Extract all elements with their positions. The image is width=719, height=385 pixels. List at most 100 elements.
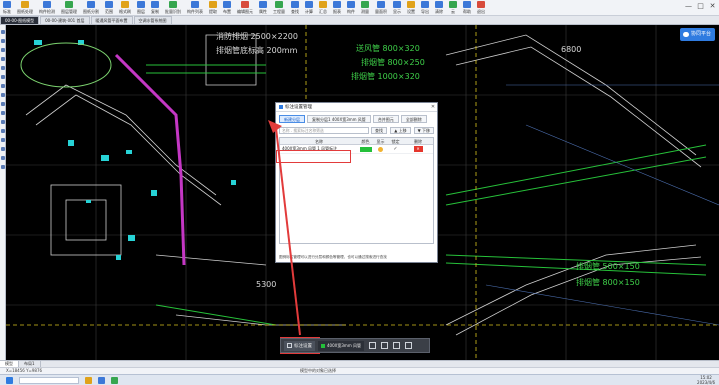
cad-label-9: 5300 [256, 280, 277, 289]
cad-label-3: 送风管 800×320 [356, 44, 420, 53]
merge-button[interactable]: 合并图元 [372, 115, 399, 123]
ribbon-button-14[interactable]: 属性 [256, 0, 270, 16]
text-tool-icon[interactable] [1, 84, 5, 88]
ribbon-button-7[interactable]: 图层 [134, 0, 148, 16]
start-menu-icon[interactable] [6, 376, 13, 384]
new-layer-button[interactable]: 新建分层 [279, 115, 305, 123]
tab-doc-2[interactable]: 00-00-建筑-001 首层 [40, 16, 90, 24]
color-swatch[interactable] [359, 146, 372, 152]
ribbon-button-18[interactable]: 汇总 [316, 0, 330, 16]
circle-tool-icon[interactable] [1, 75, 5, 79]
delete-all-button[interactable]: 全部删除 [400, 115, 427, 123]
ribbon-tool-icon [65, 1, 73, 8]
ribbon-button-23[interactable]: 显示 [390, 0, 404, 16]
ribbon-button-16[interactable]: 查找 [288, 0, 302, 16]
layer-tool-icon[interactable] [1, 102, 5, 106]
row-show-cell[interactable] [373, 146, 388, 152]
ribbon-button-29[interactable]: 退出 [474, 0, 488, 16]
file-explorer-icon[interactable] [85, 376, 92, 384]
zoom-tool-icon[interactable] [1, 48, 5, 52]
annotation-settings-button[interactable]: 标注设置 [284, 340, 315, 351]
extend-tool-icon[interactable] [1, 156, 5, 160]
ribbon-button-19[interactable]: 报表 [330, 0, 344, 16]
measure-tool-icon[interactable] [1, 93, 5, 97]
ribbon-tool-icon [463, 1, 471, 8]
ribbon-button-label: 属性 [259, 9, 267, 14]
current-layer-label: 400X宽3mm 风管 [327, 342, 361, 348]
taskbar-clock[interactable]: 15:02 2023/4/6 [697, 375, 715, 385]
browser-icon[interactable] [98, 376, 105, 384]
dialog-title-bar[interactable]: 标注设置管理 ✕ [276, 103, 437, 112]
cloud-collab-button[interactable]: 协同平台 [679, 28, 715, 41]
array-tool-icon[interactable] [1, 165, 5, 169]
ribbon-tool-icon [259, 1, 267, 8]
tab-doc-4[interactable]: 空调水管系统图 [133, 16, 172, 24]
ribbon-button-26[interactable]: 清除 [432, 0, 446, 16]
row-delete-cell[interactable]: ✕ [403, 146, 433, 152]
ribbon-button-25[interactable]: 导出 [418, 0, 432, 16]
ribbon-button-label: 退出 [477, 9, 485, 14]
visibility-sun-icon[interactable] [378, 146, 383, 152]
line-tool-icon[interactable] [1, 57, 5, 61]
ribbon-button-0[interactable]: 标准 [0, 0, 14, 16]
trash-tool-icon[interactable] [404, 342, 412, 349]
ribbon-button-10[interactable]: 构件列表 [184, 0, 206, 16]
rect-tool-icon[interactable] [1, 66, 5, 70]
taskbar-search[interactable] [19, 376, 79, 384]
ribbon-button-13[interactable]: 编辑图元 [234, 0, 256, 16]
ribbon-button-22[interactable]: 量面积 [372, 0, 390, 16]
ribbon-button-8[interactable]: 复制 [148, 0, 162, 16]
move-tool-icon[interactable] [380, 342, 388, 349]
delete-icon[interactable]: ✕ [413, 146, 423, 152]
dialog-search-button[interactable]: 查找 [371, 127, 387, 134]
ribbon-button-label: 批量识别 [165, 9, 181, 14]
ribbon-button-27[interactable]: 云 [446, 0, 460, 16]
dialog-close-button[interactable]: ✕ [429, 104, 437, 110]
ribbon-button-15[interactable]: 工程量 [270, 0, 288, 16]
trim-tool-icon[interactable] [1, 147, 5, 151]
row-color-cell[interactable] [358, 146, 373, 152]
ribbon-button-2[interactable]: 构件检测 [36, 0, 58, 16]
ribbon-button-21[interactable]: 测量 [358, 0, 372, 16]
ribbon-button-label: 构件 [347, 9, 355, 14]
ribbon-button-label: 查找 [291, 9, 299, 14]
current-layer-select[interactable]: 400X宽3mm 风管 [318, 340, 364, 351]
minimize-button[interactable]: — [684, 2, 693, 11]
ribbon-tool-icon [87, 1, 95, 8]
ribbon-button-1[interactable]: 图纸处理 [14, 0, 36, 16]
ribbon-button-20[interactable]: 构件 [344, 0, 358, 16]
ribbon-button-3[interactable]: 图层管理 [58, 0, 80, 16]
ribbon-button-24[interactable]: 设置 [404, 0, 418, 16]
ribbon-button-11[interactable]: 提取 [206, 0, 220, 16]
ribbon-button-9[interactable]: 批量识别 [162, 0, 184, 16]
move-down-button[interactable]: ▼ 下移 [413, 127, 434, 134]
select-tool-icon[interactable] [1, 30, 5, 34]
move-up-button[interactable]: ▲ 上移 [390, 127, 411, 134]
copy-tool-icon[interactable] [1, 120, 5, 124]
lock-check-icon[interactable]: ✓ [388, 146, 403, 152]
cad-label-4: 排烟管 800×250 [361, 58, 425, 67]
row-lock-cell[interactable]: ✓ [388, 146, 403, 152]
ribbon-button-17[interactable]: 计算 [302, 0, 316, 16]
ribbon-button-4[interactable]: 图纸分割 [80, 0, 102, 16]
col-lock: 锁定 [391, 139, 400, 144]
cad-app-icon[interactable] [111, 376, 118, 384]
mirror-tool-icon[interactable] [1, 129, 5, 133]
dialog-search-input[interactable]: 名称 - 搜索标注名称筛选 [279, 127, 369, 134]
sheet-tabs: 模型 布局1 [0, 360, 719, 367]
ribbon-button-5[interactable]: 范围 [102, 0, 116, 16]
ribbon-button-12[interactable]: 布置 [220, 0, 234, 16]
copy-tool-icon[interactable] [392, 342, 400, 349]
delete-tool-icon[interactable] [1, 111, 5, 115]
tab-doc-3[interactable]: 暖通风管平面布置 [90, 16, 133, 24]
ribbon-button-28[interactable]: 帮助 [460, 0, 474, 16]
cad-label-7: 排烟管 500×150 [576, 262, 640, 271]
rotate-tool-icon[interactable] [1, 138, 5, 142]
ribbon-button-6[interactable]: 格式刷 [116, 0, 134, 16]
close-button[interactable]: ✕ [708, 2, 717, 11]
tab-doc-1[interactable]: 00-00-图纸模型 [0, 16, 40, 24]
maximize-button[interactable]: □ [696, 2, 705, 11]
edit-tool-icon[interactable] [368, 342, 376, 349]
pan-tool-icon[interactable] [1, 39, 5, 43]
copy-layer-button[interactable]: 复制分层1 400X宽3mm 风管 [307, 115, 371, 123]
